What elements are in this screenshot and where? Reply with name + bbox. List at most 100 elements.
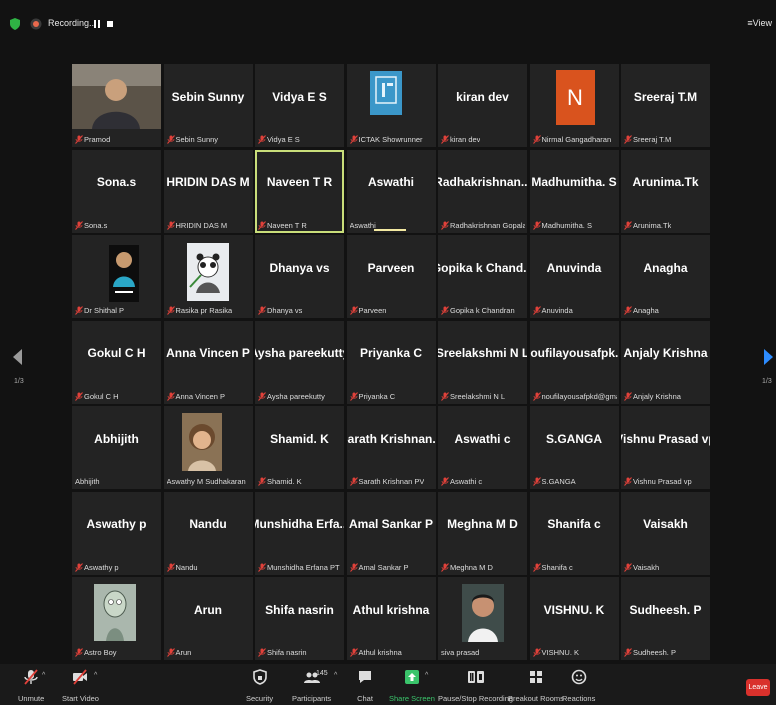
participant-tile[interactable]: Sudheesh. P Sudheesh. P	[621, 577, 710, 660]
participant-tile[interactable]: Dhanya vs Dhanya vs	[255, 235, 344, 318]
participants-options-caret-icon[interactable]: ^	[334, 672, 337, 679]
participant-tile[interactable]: Gopika k Chand... Gopika k Chandran	[438, 235, 527, 318]
participant-name-label: Nirmal Gangadharan	[532, 135, 611, 144]
participant-tile[interactable]: S.GANGA S.GANGA	[529, 406, 619, 489]
participant-name-label: Anagha	[624, 306, 659, 315]
recording-status: Recording...	[48, 18, 97, 28]
participant-name-label: VISHNU. K	[532, 648, 579, 657]
participant-photo	[109, 245, 139, 302]
participant-tile[interactable]: Gokul C H Gokul C H	[72, 320, 161, 404]
participant-tile[interactable]: Aswathi c Aswathi c	[438, 406, 527, 489]
participant-tile[interactable]: Anagha Anagha	[621, 235, 710, 318]
participant-tile[interactable]: Anuvinda Anuvinda	[529, 235, 619, 318]
participant-tile[interactable]: ICTAK Showrunner	[346, 64, 436, 147]
reactions-button[interactable]: Reactions	[562, 668, 595, 703]
participant-name-display: Radhakrishnan...	[438, 175, 527, 189]
participant-tile[interactable]: siva prasad	[438, 577, 527, 660]
shield-icon[interactable]	[10, 18, 20, 30]
participant-tile[interactable]: N Nirmal Gangadharan	[529, 64, 619, 147]
mic-muted-icon	[258, 562, 266, 572]
participant-tile[interactable]: Parveen Parveen	[346, 235, 436, 318]
participant-tile[interactable]: Radhakrishnan... Radhakrishnan Gopalan	[438, 149, 527, 233]
ictak-logo-image	[369, 71, 402, 115]
participant-tile[interactable]: Naveen T R Naveen T R	[255, 149, 344, 233]
participant-tile[interactable]: Sarath Krishnan... Sarath Krishnan PV	[346, 406, 436, 489]
mic-muted-icon	[349, 562, 358, 572]
unmute-button[interactable]: Unmute	[18, 668, 44, 703]
participant-tile[interactable]: Pramod	[72, 64, 161, 147]
participant-name-display: Aswathi c	[454, 431, 511, 446]
participant-tile[interactable]: Arunima.Tk Arunima.Tk	[621, 149, 710, 233]
audio-options-caret-icon[interactable]: ^	[42, 672, 45, 679]
participant-tile[interactable]: Meghna M D Meghna M D	[438, 491, 527, 575]
mic-muted-icon	[166, 135, 175, 144]
participant-name-label: Astro Boy	[75, 648, 117, 657]
participant-name-label: Rasika pr Rasika	[166, 306, 232, 315]
meeting-top-bar: Recording... ≡View	[0, 10, 776, 40]
participant-tile[interactable]: Arun Arun	[163, 577, 253, 660]
smiley-icon	[571, 669, 586, 685]
participant-name-display: Sarath Krishnan...	[347, 431, 436, 446]
mic-muted-icon	[349, 306, 358, 315]
participant-tile[interactable]: Aswathi Aswathi	[346, 149, 436, 233]
participant-name-display: Madhumitha. S	[531, 175, 617, 189]
participant-tile[interactable]: Athul krishna Athul krishna	[346, 577, 436, 660]
participant-tile[interactable]: Madhumitha. S Madhumitha. S	[529, 149, 619, 233]
mic-muted-icon	[441, 220, 449, 230]
stop-recording-icon[interactable]	[106, 20, 114, 28]
mic-muted-icon	[349, 477, 358, 486]
security-button[interactable]: Security	[246, 668, 273, 703]
mic-muted-icon	[166, 220, 175, 230]
participant-name-label: Anjaly Krishna	[624, 392, 681, 401]
participant-tile[interactable]: Aysha pareekutty Aysha pareekutty	[255, 320, 344, 404]
participant-tile[interactable]: Sreelakshmi N L Sreelakshmi N L	[438, 320, 527, 404]
participant-name-label: Aswathi c	[441, 477, 482, 486]
leave-button[interactable]: Leave	[746, 679, 770, 696]
participant-tile[interactable]: Shanifa c Shanifa c	[529, 491, 619, 575]
mic-muted-icon	[349, 391, 358, 401]
participant-tile[interactable]: VISHNU. K VISHNU. K	[529, 577, 619, 660]
chat-button[interactable]: Chat	[356, 668, 374, 703]
participant-name-display: Shanifa c	[547, 517, 601, 531]
pause-stop-icon	[467, 671, 484, 683]
view-button[interactable]: ≡View	[747, 18, 772, 28]
mic-muted-icon	[349, 135, 358, 144]
video-options-caret-icon[interactable]: ^	[94, 672, 97, 679]
participant-tile[interactable]: Dr Shithal P	[72, 235, 161, 318]
participant-tile[interactable]: noufilayousafpk... noufilayousafpkd@gmail…	[529, 320, 619, 404]
participant-name-label: noufilayousafpkd@gmail...	[532, 392, 617, 401]
pause-recording-button[interactable]: Pause/Stop Recording	[438, 668, 513, 703]
participant-name-display: Aswathy p	[86, 517, 147, 531]
participant-tile[interactable]: Nandu Nandu	[163, 491, 253, 575]
participant-tile[interactable]: Rasika pr Rasika	[163, 235, 253, 318]
previous-page-arrow-icon[interactable]	[13, 349, 23, 365]
participant-tile[interactable]: Anjaly Krishna Anjaly Krishna	[621, 320, 710, 404]
breakout-rooms-button[interactable]: Breakout Rooms	[508, 668, 564, 703]
participant-tile[interactable]: Vishnu Prasad vp Vishnu Prasad vp	[621, 406, 710, 489]
participant-tile[interactable]: Aswathy M Sudhakaran	[163, 406, 253, 489]
meeting-toolbar: Unmute ^ Start Video ^ Security Particip…	[0, 664, 776, 705]
share-options-caret-icon[interactable]: ^	[425, 672, 428, 679]
participant-tile[interactable]: Vidya E S Vidya E S	[255, 64, 344, 147]
participant-tile[interactable]: Sona.s Sona.s	[72, 149, 161, 233]
participant-name-label: Shanifa c	[532, 563, 573, 572]
participant-tile[interactable]: Astro Boy	[72, 577, 161, 660]
pause-recording-icon[interactable]	[93, 20, 101, 28]
participant-tile[interactable]: Shamid. K Shamid. K	[255, 406, 344, 489]
participant-tile[interactable]: Sreeraj T.M Sreeraj T.M	[621, 64, 710, 147]
mic-muted-icon	[75, 648, 83, 657]
participant-tile[interactable]: Abhijith Abhijith	[72, 406, 161, 489]
participant-tile[interactable]: HRIDIN DAS M HRIDIN DAS M	[163, 149, 253, 233]
participant-tile[interactable]: kiran dev kiran dev	[438, 64, 527, 147]
participant-tile[interactable]: Shifa nasrin Shifa nasrin	[255, 577, 344, 660]
participant-tile[interactable]: Priyanka C Priyanka C	[346, 320, 436, 404]
participant-name-display: Anagha	[643, 260, 688, 275]
next-page-arrow-icon[interactable]	[763, 349, 773, 365]
participant-tile[interactable]: Anna Vincen P Anna Vincen P	[163, 320, 253, 404]
participant-tile[interactable]: Sebin Sunny Sebin Sunny	[163, 64, 253, 147]
participant-tile[interactable]: Amal Sankar P Amal Sankar P	[346, 491, 436, 575]
participant-name-label: Pramod	[75, 135, 110, 144]
participant-tile[interactable]: Munshidha Erfa... Munshidha Erfana PT	[255, 491, 344, 575]
participant-tile[interactable]: Vaisakh Vaisakh	[621, 491, 710, 575]
participant-tile[interactable]: Aswathy p Aswathy p	[72, 491, 161, 575]
